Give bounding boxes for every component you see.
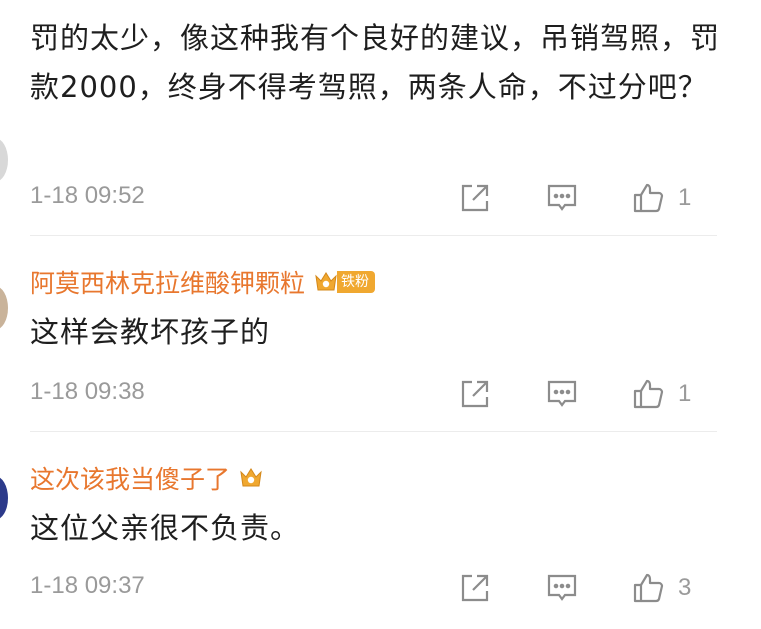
comment-meta: 1-18 09:37 3 bbox=[0, 568, 761, 608]
comment-meta: 1-18 09:52 1 bbox=[0, 178, 761, 218]
share-icon bbox=[461, 380, 489, 408]
username-text: 阿莫西林克拉维酸钾颗粒 bbox=[30, 269, 306, 298]
share-icon bbox=[461, 574, 489, 602]
reply-button[interactable] bbox=[545, 568, 579, 608]
comment-username[interactable]: 这次该我当傻子了 bbox=[30, 460, 264, 496]
reply-button[interactable] bbox=[545, 178, 579, 218]
comment-time: 1-18 09:37 bbox=[30, 572, 145, 599]
like-icon bbox=[633, 573, 664, 603]
avatar[interactable] bbox=[0, 138, 8, 182]
like-button[interactable]: 1 bbox=[632, 178, 691, 218]
like-button[interactable]: 1 bbox=[632, 374, 691, 414]
crown-icon bbox=[240, 468, 262, 487]
like-icon bbox=[633, 183, 664, 213]
like-count: 1 bbox=[678, 184, 692, 211]
like-count: 3 bbox=[678, 574, 692, 601]
share-icon bbox=[461, 184, 489, 212]
share-button[interactable] bbox=[458, 568, 492, 608]
username-text: 这次该我当傻子了 bbox=[30, 465, 231, 494]
comment-icon bbox=[547, 574, 577, 601]
fan-badge: 铁粉 bbox=[313, 270, 376, 294]
comment-icon bbox=[547, 184, 577, 211]
comment-item: 这次该我当傻子了 这位父亲很不负责。 1-18 09:37 3 bbox=[0, 432, 761, 629]
like-button[interactable]: 3 bbox=[632, 568, 691, 608]
comment-item: 罚的太少，像这种我有个良好的建议，吊销驾照，罚款2000，终身不得考驾照，两条人… bbox=[0, 0, 761, 236]
comment-content: 这样会教坏孩子的 bbox=[30, 315, 271, 349]
like-icon bbox=[633, 379, 664, 409]
like-count: 1 bbox=[678, 380, 692, 407]
share-button[interactable] bbox=[458, 374, 492, 414]
comment-item: 阿莫西林克拉维酸钾颗粒 铁粉 这样会教坏孩子的 1-18 09:38 1 bbox=[0, 236, 761, 432]
comment-meta: 1-18 09:38 1 bbox=[0, 374, 761, 414]
comment-time: 1-18 09:38 bbox=[30, 378, 145, 405]
avatar[interactable] bbox=[0, 476, 8, 520]
comment-content: 罚的太少，像这种我有个良好的建议，吊销驾照，罚款2000，终身不得考驾照，两条人… bbox=[30, 21, 721, 104]
comment-time: 1-18 09:52 bbox=[30, 182, 145, 209]
crown-icon bbox=[315, 272, 337, 291]
reply-button[interactable] bbox=[545, 374, 579, 414]
fan-badge-label: 铁粉 bbox=[337, 271, 376, 293]
comment-content: 这位父亲很不负责。 bbox=[30, 511, 301, 545]
comment-username[interactable]: 阿莫西林克拉维酸钾颗粒 铁粉 bbox=[30, 264, 376, 300]
avatar[interactable] bbox=[0, 286, 8, 330]
fan-badge bbox=[238, 466, 264, 490]
comment-icon bbox=[547, 380, 577, 407]
share-button[interactable] bbox=[458, 178, 492, 218]
